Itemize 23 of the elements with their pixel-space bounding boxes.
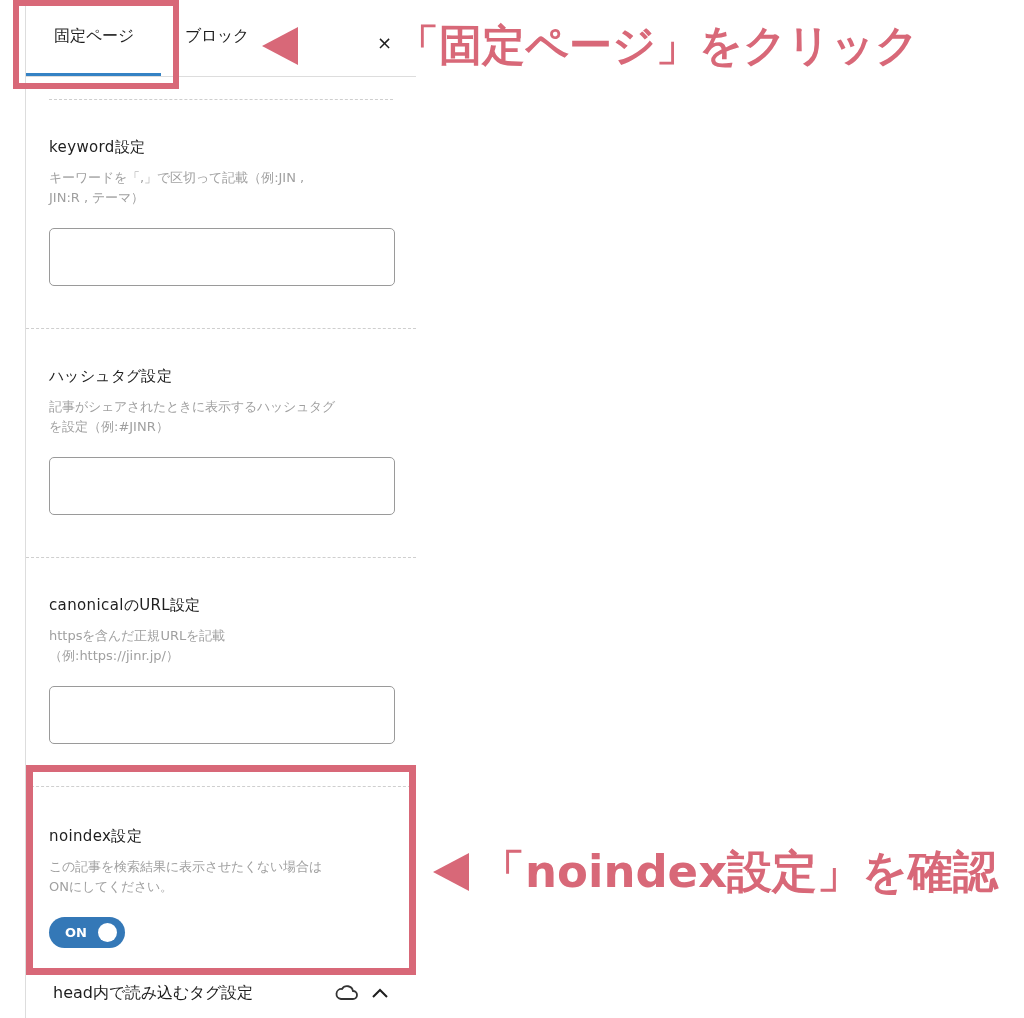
pointer-icon [433, 853, 469, 891]
setting-title: ハッシュタグ設定 [49, 366, 173, 387]
setting-title: noindex設定 [49, 826, 144, 847]
setting-title: canonicalのURL設定 [49, 595, 202, 616]
setting-hint: この記事を検索結果に表示させたくない場合は ONにしてください。 [49, 858, 323, 896]
input-field[interactable] [49, 457, 395, 515]
annotation-text: 「固定ページ」をクリック [396, 19, 919, 72]
setting-hint: キーワードを「,」で区切って記載（例:JIN , JIN:R , テーマ） [49, 169, 306, 207]
cloud-icon [335, 983, 359, 1003]
input-field[interactable] [49, 686, 395, 744]
pointer-icon [262, 27, 298, 65]
tab[interactable]: 固定ページ [26, 0, 161, 76]
setting-hint: 記事がシェアされたときに表示するハッシュタグ を設定（例:#JINR） [49, 398, 336, 436]
tab[interactable]: ブロック [161, 0, 273, 76]
toggle-knob [98, 923, 117, 942]
toggle-switch[interactable]: ON [49, 917, 125, 948]
close-button[interactable]: × [376, 34, 392, 52]
chevron-icon[interactable] [371, 987, 389, 999]
setting-title: keyword設定 [49, 137, 147, 158]
annotation-text: 「noindex設定」を確認 [480, 844, 999, 900]
setting-hint: httpsを含んだ正規URLを記載 （例:https://jinr.jp/） [49, 627, 227, 665]
input-field[interactable] [49, 228, 395, 286]
panel-title[interactable]: head内で読み込むタグ設定 [53, 981, 253, 1005]
